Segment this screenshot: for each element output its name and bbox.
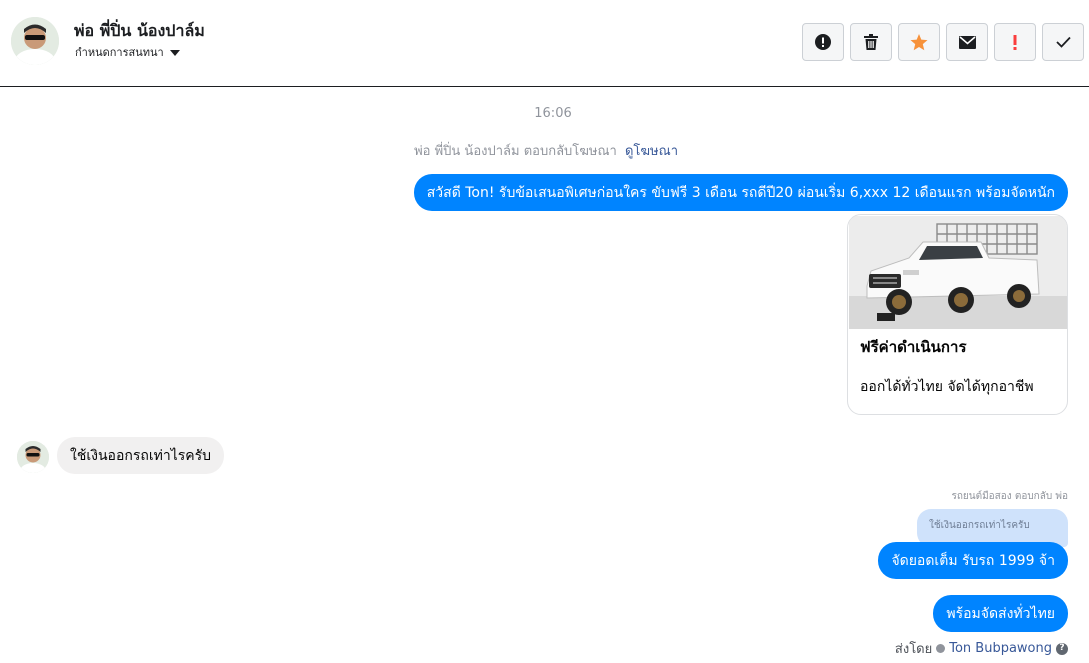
- exclamation-icon: [1013, 34, 1017, 50]
- alert-circle-icon: [815, 34, 831, 50]
- conversation-header: พ่อ พี่ปิ่น น้องปาล์ม กำหนดการสนทนา: [0, 0, 1089, 87]
- outgoing-reply-2: พร้อมจัดส่งทั่วไทย: [933, 595, 1068, 632]
- ad-card-title: ฟรีค่าดำเนินการ: [860, 338, 967, 356]
- help-icon[interactable]: ?: [1056, 642, 1068, 655]
- incoming-message: ใช้เงินออกรถเท่าไรครับ: [57, 437, 225, 474]
- contact-avatar[interactable]: [11, 17, 59, 65]
- view-ad-link[interactable]: ดูโฆษณา: [625, 144, 678, 159]
- ad-card[interactable]: ฟรีค่าดำเนินการ ออกได้ทั่วไทย จัดได้ทุกอ…: [847, 214, 1068, 415]
- star-button[interactable]: [898, 23, 940, 61]
- pickup-truck-image: [849, 216, 1067, 329]
- contact-avatar-small: [17, 441, 49, 473]
- star-icon: [910, 33, 928, 50]
- trash-icon: [864, 34, 878, 50]
- ad-card-subtitle: ออกได้ทั่วไทย จัดได้ทุกอาชีพ: [860, 379, 1034, 395]
- action-toolbar: [802, 23, 1084, 61]
- reply-context-note: รถยนต์มือสอง ตอบกลับ พ่อ: [951, 491, 1068, 502]
- sent-by-row: ส่งโดย Ton Bubpawong ?: [895, 638, 1068, 659]
- assign-conversation-dropdown[interactable]: กำหนดการสนทนา: [75, 43, 180, 61]
- sent-by-label: ส่งโดย: [894, 642, 933, 657]
- contact-name: พ่อ พี่ปิ่น น้องปาล์ม: [74, 21, 205, 40]
- sender-status-icon: [936, 644, 946, 653]
- message-timestamp: 16:06: [534, 106, 572, 121]
- checkmark-icon: [1055, 36, 1071, 48]
- ad-reply-notice: พ่อ พี่ปิ่น น้องปาล์ม ตอบกลับโฆษณา ดูโฆษ…: [414, 140, 678, 161]
- outgoing-reply-1: จัดยอดเต็ม รับรถ 1999 จ้า: [878, 542, 1068, 579]
- mark-done-button[interactable]: [1042, 23, 1084, 61]
- sender-name[interactable]: Ton Bubpawong: [949, 641, 1052, 656]
- mark-unread-button[interactable]: [946, 23, 988, 61]
- envelope-icon: [958, 35, 976, 49]
- ad-reply-text: พ่อ พี่ปิ่น น้องปาล์ม ตอบกลับโฆษณา: [414, 144, 617, 159]
- mark-spam-button[interactable]: [994, 23, 1036, 61]
- caret-down-icon: [169, 49, 180, 56]
- delete-button[interactable]: [850, 23, 892, 61]
- outgoing-message: สวัสดี Ton! รับข้อเสนอพิเศษก่อนใคร ขับฟร…: [413, 174, 1068, 211]
- assign-label: กำหนดการสนทนา: [75, 46, 164, 59]
- report-button[interactable]: [802, 23, 844, 61]
